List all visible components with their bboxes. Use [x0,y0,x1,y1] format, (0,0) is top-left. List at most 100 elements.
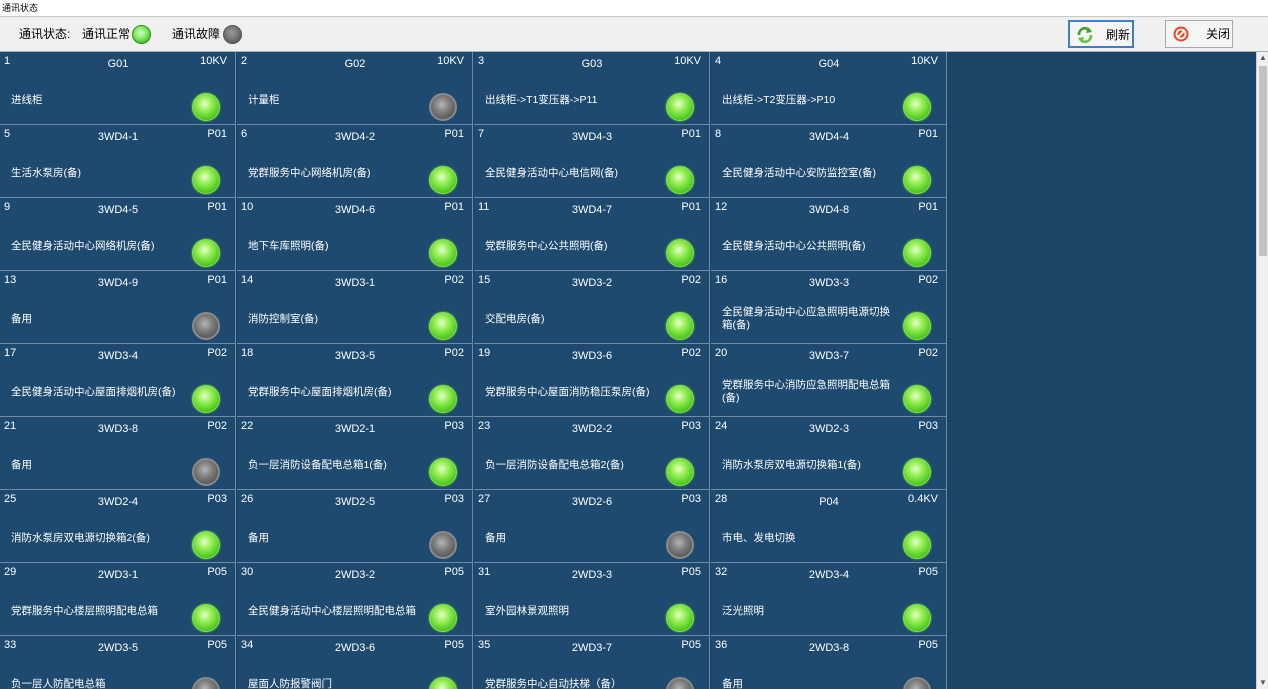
device-description: 全民健身活动中心网络机房(备) [11,239,155,252]
device-code: 3WD4-4 [808,131,850,143]
device-cell[interactable]: 9 3WD4-5 P01 全民健身活动中心网络机房(备) [0,198,236,271]
device-cell[interactable]: 12 3WD4-8 P01 全民健身活动中心公共照明(备) [711,198,947,271]
device-description: 备用 [248,531,269,544]
device-cell[interactable]: 17 3WD3-4 P02 全民健身活动中心屋面排烟机房(备) [0,344,236,417]
device-cell[interactable]: 32 2WD3-4 P05 泛光照明 [711,563,947,636]
device-description: 进线柜 [11,93,43,106]
scroll-down-icon[interactable]: ▼ [1257,677,1268,689]
device-cell[interactable]: 22 3WD2-1 P03 负一层消防设备配电总箱1(备) [237,417,473,490]
device-voltage: P01 [444,128,464,140]
device-cell[interactable]: 19 3WD3-6 P02 党群服务中心屋面消防稳压泵房(备) [474,344,710,417]
device-code: 3WD2-5 [334,496,376,508]
refresh-icon [1076,26,1094,44]
status-fault-led-icon [666,677,694,689]
device-voltage: P05 [681,566,701,578]
refresh-button[interactable]: 刷新 [1068,20,1134,48]
device-code: 3WD2-3 [808,423,850,435]
status-ok-led-icon [666,166,694,194]
status-fault-led-icon [192,312,220,340]
device-cell[interactable]: 20 3WD3-7 P02 党群服务中心消防应急照明配电总箱(备) [711,344,947,417]
device-voltage: P01 [207,128,227,140]
status-fault-led-icon [429,531,457,559]
device-cell[interactable]: 26 3WD2-5 P03 备用 [237,490,473,563]
device-cell[interactable]: 33 2WD3-5 P05 负一层人防配电总箱 [0,636,236,689]
device-cell[interactable]: 34 2WD3-6 P05 屋面人防报警阀门 [237,636,473,689]
device-cell[interactable]: 30 2WD3-2 P05 全民健身活动中心楼层照明配电总箱 [237,563,473,636]
device-description: 备用 [722,677,743,689]
status-ok-led-icon [903,604,931,632]
device-description: 出线柜->T1变压器->P11 [485,93,598,106]
device-cell[interactable]: 29 2WD3-1 P05 党群服务中心楼层照明配电总箱 [0,563,236,636]
device-voltage: P02 [207,420,227,432]
close-button[interactable]: 关闭 [1165,20,1233,48]
device-voltage: P05 [444,566,464,578]
device-description: 负一层人防配电总箱 [11,677,106,689]
device-cell[interactable]: 23 3WD2-2 P03 负一层消防设备配电总箱2(备) [474,417,710,490]
status-panel: 1 G01 10KV 进线柜 2 G02 10KV 计量柜 3 G03 10KV 出线柜->T1变压器… [0,52,1256,689]
device-description: 出线柜->T2变压器->P10 [722,93,836,106]
status-fault-led-icon [192,677,220,689]
device-cell[interactable]: 28 P04 0.4KV 市电、发电切换 [711,490,947,563]
device-voltage: P05 [207,566,227,578]
device-cell[interactable]: 25 3WD2-4 P03 消防水泵房双电源切换箱2(备) [0,490,236,563]
toolbar: 通讯状态: 通讯正常 通讯故障 刷新 关闭 [0,17,1268,52]
device-cell[interactable]: 24 3WD2-3 P03 消防水泵房双电源切换箱1(备) [711,417,947,490]
device-cell[interactable]: 4 G04 10KV 出线柜->T2变压器->P10 [711,52,947,125]
device-cell[interactable]: 10 3WD4-6 P01 地下车库照明(备) [237,198,473,271]
status-fault-led-icon [666,531,694,559]
device-cell[interactable]: 31 2WD3-3 P05 室外园林景观照明 [474,563,710,636]
device-voltage: P05 [918,639,938,651]
device-cell[interactable]: 14 3WD3-1 P02 消防控制室(备) [237,271,473,344]
device-voltage: P03 [444,493,464,505]
device-code: 3WD4-8 [808,204,850,216]
status-ok-led-icon [903,93,931,121]
status-ok-led-icon [666,458,694,486]
device-code: 3WD3-7 [808,350,850,362]
device-voltage: P02 [681,347,701,359]
scroll-thumb[interactable] [1259,66,1267,256]
device-code: 3WD3-1 [334,277,376,289]
device-cell[interactable]: 16 3WD3-3 P02 全民健身活动中心应急照明电源切换箱(备) [711,271,947,344]
device-grid: 1 G01 10KV 进线柜 2 G02 10KV 计量柜 3 G03 10KV 出线柜->T1变压器… [0,52,947,689]
device-cell[interactable]: 3 G03 10KV 出线柜->T1变压器->P11 [474,52,710,125]
device-voltage: P02 [681,274,701,286]
device-cell[interactable]: 1 G01 10KV 进线柜 [0,52,236,125]
device-cell[interactable]: 8 3WD4-4 P01 全民健身活动中心安防监控室(备) [711,125,947,198]
device-code: 2WD3-6 [334,642,376,654]
device-description: 党群服务中心公共照明(备) [485,239,608,252]
device-cell[interactable]: 27 3WD2-6 P03 备用 [474,490,710,563]
device-cell[interactable]: 36 2WD3-8 P05 备用 [711,636,947,689]
vertical-scrollbar[interactable]: ▲ ▼ [1256,52,1268,689]
device-cell[interactable]: 11 3WD4-7 P01 党群服务中心公共照明(备) [474,198,710,271]
device-cell[interactable]: 21 3WD3-8 P02 备用 [0,417,236,490]
status-ok-led-icon [903,312,931,340]
device-voltage: P05 [918,566,938,578]
device-voltage: P01 [918,128,938,140]
device-description: 全民健身活动中心应急照明电源切换箱(备) [722,306,890,331]
device-cell[interactable]: 7 3WD4-3 P01 全民健身活动中心电信网(备) [474,125,710,198]
device-cell[interactable]: 15 3WD3-2 P02 交配电房(备) [474,271,710,344]
device-cell[interactable]: 5 3WD4-1 P01 生活水泵房(备) [0,125,236,198]
status-fault-led-icon [429,93,457,121]
device-voltage: P01 [207,274,227,286]
status-ok-led-icon [903,385,931,413]
device-code: 3WD3-8 [97,423,139,435]
device-voltage: P02 [207,347,227,359]
status-ok-led-icon [666,385,694,413]
device-description: 党群服务中心自动扶梯（备） [485,677,622,689]
device-voltage: P01 [681,128,701,140]
device-voltage: P01 [444,201,464,213]
device-cell[interactable]: 18 3WD3-5 P02 党群服务中心屋面排烟机房(备) [237,344,473,417]
device-code: 3WD4-7 [571,204,613,216]
scroll-up-icon[interactable]: ▲ [1257,52,1268,64]
device-code: 3WD3-2 [571,277,613,289]
device-cell[interactable]: 35 2WD3-7 P05 党群服务中心自动扶梯（备） [474,636,710,689]
device-voltage: P02 [444,347,464,359]
device-description: 备用 [11,458,32,471]
device-cell[interactable]: 6 3WD4-2 P01 党群服务中心网络机房(备) [237,125,473,198]
status-fault-led-icon [192,458,220,486]
device-cell[interactable]: 2 G02 10KV 计量柜 [237,52,473,125]
device-description: 消防水泵房双电源切换箱2(备) [11,531,150,544]
device-cell[interactable]: 13 3WD4-9 P01 备用 [0,271,236,344]
device-description: 负一层消防设备配电总箱2(备) [485,458,624,471]
